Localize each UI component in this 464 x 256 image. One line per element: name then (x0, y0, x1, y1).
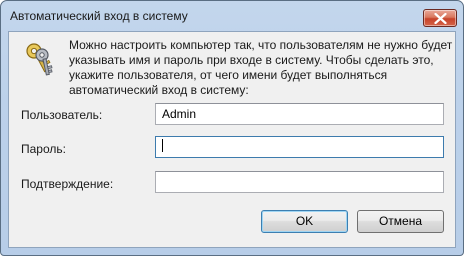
close-button[interactable] (423, 9, 457, 27)
dialog-client-area: Можно настроить компьютер так, что польз… (8, 31, 456, 248)
password-label: Пароль: (21, 142, 66, 156)
text-caret (162, 139, 163, 152)
keys-icon (26, 43, 53, 76)
dialog-message: Можно настроить компьютер так, что польз… (69, 38, 453, 97)
dialog-window: Автоматический вход в систему Можно наст… (0, 0, 464, 256)
cancel-button[interactable]: Отмена (357, 210, 444, 233)
confirm-password-label: Подтверждение: (21, 177, 114, 191)
username-label: Пользователь: (21, 108, 103, 122)
title-bar[interactable]: Автоматический вход в систему (1, 1, 463, 31)
close-icon (434, 13, 447, 24)
ok-button[interactable]: OK (261, 210, 348, 233)
password-field[interactable] (155, 136, 444, 158)
username-field[interactable] (155, 103, 444, 125)
window-title: Автоматический вход в систему (10, 9, 188, 23)
confirm-password-field[interactable] (155, 171, 444, 193)
